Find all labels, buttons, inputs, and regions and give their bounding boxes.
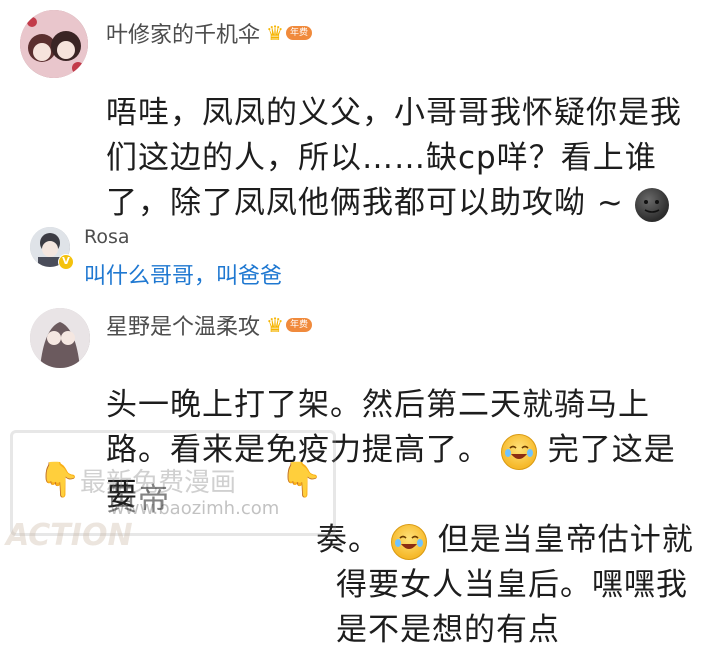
avatar[interactable]: [20, 10, 88, 78]
username[interactable]: 叶修家的千机伞: [106, 17, 260, 49]
verified-badge-icon: V: [58, 254, 74, 270]
crown-badge: ♛ 年费: [266, 315, 312, 335]
pointing-hand-icon: 👇: [280, 460, 323, 500]
crown-badge: ♛ 年费: [266, 23, 312, 43]
badge-label: 年费: [285, 318, 312, 332]
watermark-line3: ACTION: [6, 518, 133, 553]
avatar[interactable]: [30, 308, 90, 368]
obscured-text: 黄帝: [106, 482, 170, 518]
crown-icon: ♛: [266, 313, 284, 337]
moon-face-emoji: [634, 187, 669, 222]
comment-header: 星野是个温柔攻 ♛ 年费: [106, 310, 312, 340]
comment-line: 得要女人当皇后。嘿嘿我是不是想的有点: [336, 567, 688, 648]
comment-line: 们这边的人，所以……缺cp咩？看上谁: [106, 140, 657, 176]
pointing-hand-icon: 👇: [38, 460, 81, 500]
comment-body: 唔哇，凤凤的义父，小哥哥我怀疑你是我 们这边的人，所以……缺cp咩？看上谁 了，…: [106, 91, 706, 226]
comment-line: 了，除了凤凤他俩我都可以助攻呦 ~: [106, 181, 706, 226]
comment-header: 叶修家的千机伞 ♛ 年费: [106, 18, 312, 48]
reply-text[interactable]: 叫什么哥哥，叫爸爸: [84, 258, 282, 290]
laugh-emoji: [500, 433, 537, 470]
crown-icon: ♛: [266, 21, 284, 45]
username[interactable]: Rosa: [84, 226, 130, 248]
username[interactable]: 星野是个温柔攻: [106, 309, 260, 341]
comment-line: 唔哇，凤凤的义父，小哥哥我怀疑你是我: [106, 95, 682, 131]
watermark: 👇 👇 最新免费漫画 www.baozimh.com ACTION: [0, 418, 350, 563]
laugh-emoji: [390, 523, 427, 560]
badge-label: 年费: [285, 26, 312, 40]
